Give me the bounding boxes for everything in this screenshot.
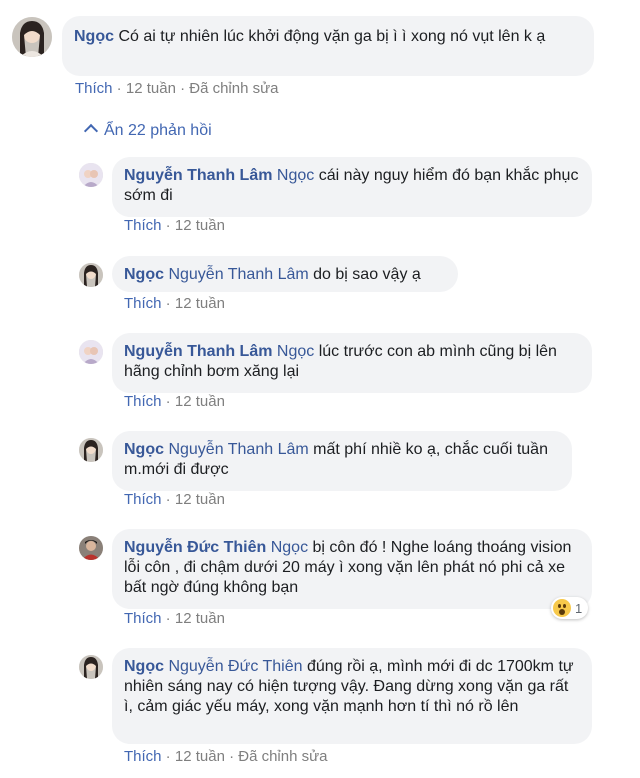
reply-author[interactable]: Ngọc xyxy=(124,441,164,458)
like-button[interactable]: Thích xyxy=(75,80,113,97)
like-button[interactable]: Thích xyxy=(124,217,162,234)
reply-author[interactable]: Nguyễn Thanh Lâm xyxy=(124,343,272,360)
edited-label[interactable]: Đã chỉnh sửa xyxy=(189,80,278,97)
avatar-ngoc[interactable] xyxy=(12,17,52,57)
avatar-nguyen-duc-thien[interactable] xyxy=(79,536,103,560)
reply-actions: Thích · 12 tuần xyxy=(124,610,225,627)
edited-label[interactable]: Đã chỉnh sửa xyxy=(238,748,327,765)
chevron-up-icon xyxy=(83,123,99,139)
timestamp[interactable]: 12 tuần xyxy=(175,295,225,312)
reply-author[interactable]: Ngọc xyxy=(124,658,164,675)
comment-author[interactable]: Ngọc xyxy=(74,28,114,45)
like-button[interactable]: Thích xyxy=(124,610,162,627)
timestamp[interactable]: 12 tuần xyxy=(175,748,225,765)
timestamp[interactable]: 12 tuần xyxy=(175,393,225,410)
reply-bubble: Ngọc Nguyễn Thanh Lâm mất phí nhiề ko ạ,… xyxy=(112,431,572,491)
reply-tag[interactable]: Nguyễn Đức Thiên xyxy=(168,658,302,675)
timestamp[interactable]: 12 tuần xyxy=(175,491,225,508)
avatar-ngoc[interactable] xyxy=(79,655,103,679)
reply-actions: Thích · 12 tuần xyxy=(124,295,225,312)
reply-actions: Thích · 12 tuần xyxy=(124,217,225,234)
reply-tag[interactable]: Ngọc xyxy=(277,343,314,360)
hide-replies-label: Ẩn 22 phản hồi xyxy=(104,122,212,139)
like-button[interactable]: Thích xyxy=(124,295,162,312)
reply-actions: Thích · 12 tuần xyxy=(124,393,225,410)
reply-tag[interactable]: Ngọc xyxy=(277,167,314,184)
reply-text: do bị sao vậy ạ xyxy=(313,266,421,283)
like-button[interactable]: Thích xyxy=(124,491,162,508)
reply-bubble: Ngọc Nguyễn Đức Thiên đúng rồi ạ, mình m… xyxy=(112,648,592,744)
reply-bubble: Nguyễn Thanh Lâm Ngọc cái này nguy hiểm … xyxy=(112,157,592,217)
avatar-nguyen-thanh-lam[interactable] xyxy=(79,163,103,187)
reply-author[interactable]: Ngọc xyxy=(124,266,164,283)
timestamp[interactable]: 12 tuần xyxy=(175,217,225,234)
timestamp[interactable]: 12 tuần xyxy=(126,80,176,97)
reply-bubble: Nguyễn Thanh Lâm Ngọc lúc trước con ab m… xyxy=(112,333,592,393)
avatar-ngoc[interactable] xyxy=(79,263,103,287)
reply-actions: Thích · 12 tuần · Đã chỉnh sửa xyxy=(124,748,328,765)
reply-tag[interactable]: Nguyễn Thanh Lâm xyxy=(168,266,308,283)
wow-reaction-icon xyxy=(553,599,571,617)
reply-author[interactable]: Nguyễn Thanh Lâm xyxy=(124,167,272,184)
comment-bubble: Ngọc Có ai tự nhiên lúc khởi động vặn ga… xyxy=(62,16,594,76)
reply-tag[interactable]: Nguyễn Thanh Lâm xyxy=(168,441,308,458)
reply-bubble: Nguyễn Đức Thiên Ngọc bị côn đó ! Nghe l… xyxy=(112,529,592,609)
avatar-nguyen-thanh-lam[interactable] xyxy=(79,340,103,364)
reaction-count: 1 xyxy=(575,600,583,616)
reply-tag[interactable]: Ngọc xyxy=(271,539,308,556)
timestamp[interactable]: 12 tuần xyxy=(175,610,225,627)
comment-actions: Thích · 12 tuần · Đã chỉnh sửa xyxy=(75,80,279,97)
avatar-ngoc[interactable] xyxy=(79,438,103,462)
like-button[interactable]: Thích xyxy=(124,748,162,765)
reaction-badge[interactable]: 1 xyxy=(551,597,589,619)
like-button[interactable]: Thích xyxy=(124,393,162,410)
reply-author[interactable]: Nguyễn Đức Thiên xyxy=(124,539,266,556)
hide-replies-button[interactable]: Ẩn 22 phản hồi xyxy=(83,121,212,141)
comment-text: Có ai tự nhiên lúc khởi động vặn ga bị ì… xyxy=(118,28,546,45)
reply-actions: Thích · 12 tuần xyxy=(124,491,225,508)
reply-bubble: Ngọc Nguyễn Thanh Lâm do bị sao vậy ạ xyxy=(112,256,458,292)
